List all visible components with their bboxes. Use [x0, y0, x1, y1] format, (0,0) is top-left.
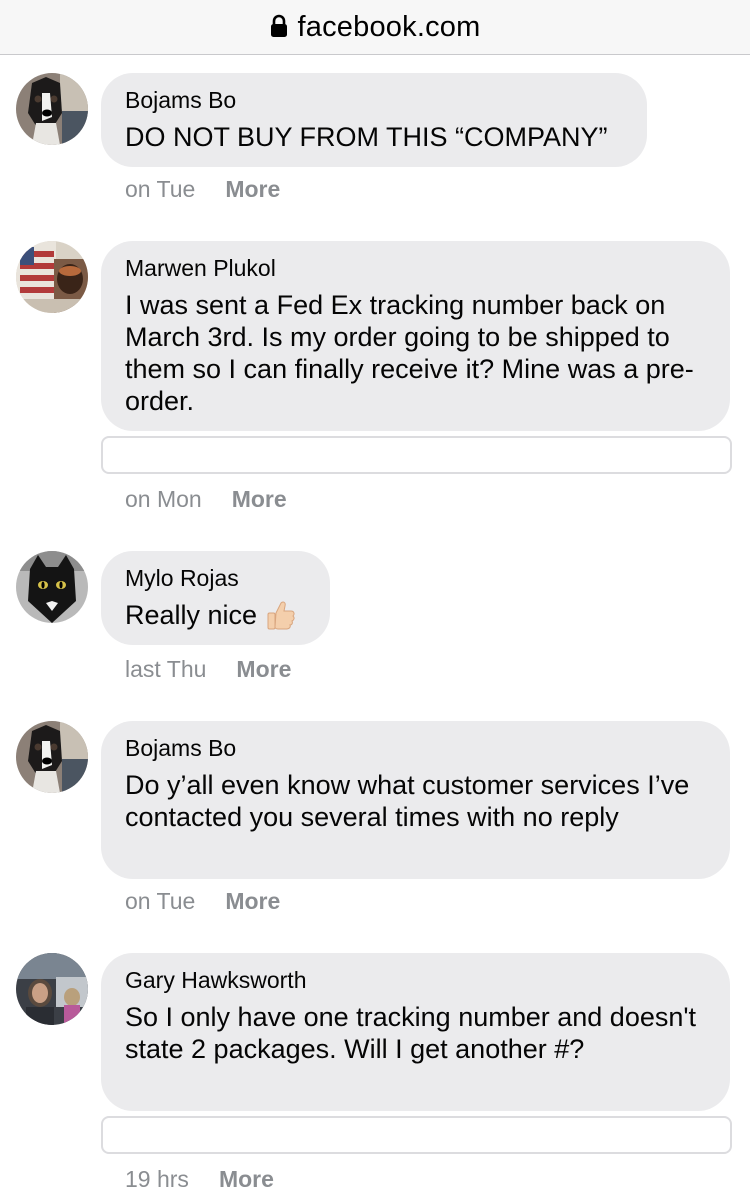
facebook-comments-page: facebook.com Bojams Bo DO NOT BUY FROM T… — [0, 0, 750, 1197]
reply-field[interactable] — [101, 1116, 732, 1154]
comment-meta: on Tue More — [125, 175, 280, 203]
comment-text: Really nice — [125, 599, 306, 637]
cat-avatar[interactable] — [16, 551, 88, 623]
lock-icon — [270, 14, 288, 38]
comment-author[interactable]: Bojams Bo — [125, 734, 706, 762]
comment-timestamp[interactable]: on Tue — [125, 176, 195, 202]
reply-field[interactable] — [101, 436, 732, 474]
comment-text-content: Really nice — [125, 600, 258, 630]
more-button[interactable]: More — [225, 888, 280, 914]
thumbs-up-icon — [267, 600, 295, 637]
comment-bubble: Mylo Rojas Really nice — [101, 551, 330, 645]
comment-timestamp[interactable]: on Tue — [125, 888, 195, 914]
comment-bubble: Gary Hawksworth So I only have one track… — [101, 953, 730, 1111]
comment-timestamp[interactable]: 19 hrs — [125, 1166, 189, 1192]
comment-meta: 19 hrs More — [125, 1165, 274, 1193]
comment-timestamp[interactable]: on Mon — [125, 486, 202, 512]
more-button[interactable]: More — [219, 1166, 274, 1192]
comment-text: So I only have one tracking number and d… — [125, 1002, 697, 1064]
comment-author[interactable]: Bojams Bo — [125, 86, 623, 114]
more-button[interactable]: More — [225, 176, 280, 202]
comment-bubble: Marwen Plukol I was sent a Fed Ex tracki… — [101, 241, 730, 431]
address-bar-domain: facebook.com — [297, 10, 481, 43]
comment-meta: on Tue More — [125, 887, 280, 915]
comment-bubble: Bojams Bo Do y’all even know what custom… — [101, 721, 730, 879]
comment-author[interactable]: Gary Hawksworth — [125, 966, 706, 994]
comment-timestamp[interactable]: last Thu — [125, 656, 206, 682]
comment-author[interactable]: Mylo Rojas — [125, 564, 306, 592]
comment-author[interactable]: Marwen Plukol — [125, 254, 706, 282]
comment-meta: last Thu More — [125, 655, 291, 683]
flag-avatar[interactable] — [16, 241, 88, 313]
more-button[interactable]: More — [236, 656, 291, 682]
dog-avatar[interactable] — [16, 73, 88, 145]
comment-text: DO NOT BUY FROM THIS “COMPANY” — [125, 122, 608, 152]
comment-meta: on Mon More — [125, 485, 287, 513]
comment-text: Do y’all even know what customer service… — [125, 770, 690, 832]
dog-avatar[interactable] — [16, 721, 88, 793]
comment-text: I was sent a Fed Ex tracking number back… — [125, 290, 694, 416]
comment-bubble: Bojams Bo DO NOT BUY FROM THIS “COMPANY” — [101, 73, 647, 167]
car-photo-avatar[interactable] — [16, 953, 88, 1025]
address-bar[interactable]: facebook.com — [0, 0, 750, 55]
more-button[interactable]: More — [232, 486, 287, 512]
